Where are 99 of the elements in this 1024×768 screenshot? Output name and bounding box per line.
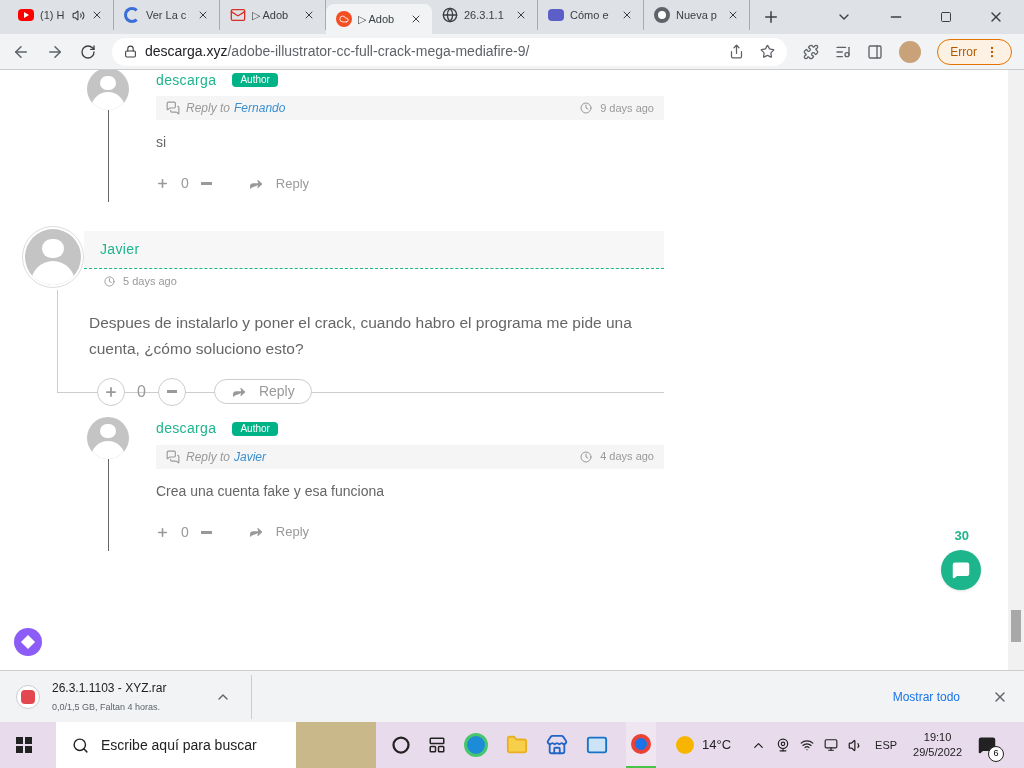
bookmark-star-icon[interactable]	[760, 44, 776, 59]
tab-title: Cómo e	[570, 7, 610, 23]
comment-count: 30	[954, 527, 969, 545]
minus-icon	[200, 530, 212, 534]
network-icon[interactable]	[800, 738, 815, 752]
downvote-button[interactable]	[157, 377, 186, 406]
speaker-icon	[72, 8, 85, 22]
comment-time: 9 days ago	[600, 100, 654, 116]
cortana-icon[interactable]	[392, 736, 410, 754]
author-name: Javier	[100, 240, 140, 259]
close-icon[interactable]	[515, 9, 527, 21]
clock-icon	[580, 102, 593, 114]
comment-text: Crea una cuenta fake y esa funciona	[156, 481, 386, 501]
reply-to-label: Reply to	[186, 448, 231, 466]
author-name: descarga	[156, 70, 217, 90]
camera-icon[interactable]	[776, 738, 791, 752]
address-bar[interactable]: descarga.xyz/adobe-illustrator-cc-full-crack-mega-mediafire-9/	[112, 37, 788, 66]
close-icon[interactable]	[727, 9, 739, 21]
reload-icon[interactable]	[80, 43, 96, 60]
reply-to-label: Reply to	[186, 100, 231, 117]
cloud-logo-icon	[336, 11, 352, 27]
chat-bubble-icon	[952, 561, 970, 579]
downvote-button[interactable]	[200, 530, 212, 534]
new-tab-icon[interactable]	[762, 8, 780, 26]
vote-count: 0	[181, 522, 189, 542]
browser-tab[interactable]: Ver La c	[114, 0, 220, 30]
download-filename: 26.3.1.1103 - XYZ.rar	[52, 679, 167, 697]
globe-icon	[442, 7, 458, 23]
plus-icon	[156, 525, 169, 539]
minus-icon	[166, 390, 177, 393]
tab-title: ▷ Adob	[358, 11, 396, 27]
chrome-icon[interactable]	[626, 722, 656, 768]
side-panel-icon[interactable]	[867, 43, 884, 60]
store-icon[interactable]	[546, 734, 568, 756]
comments-icon	[166, 101, 180, 115]
creative-cloud-icon	[16, 684, 40, 709]
author-badge: Author	[232, 73, 278, 87]
mail-icon	[230, 7, 246, 23]
close-icon[interactable]	[303, 9, 315, 21]
comment-text: Despues de instalarlo y poner el crack, cuando habro el programa me pide una cuenta, ¿cómo soluciono esto?	[89, 312, 633, 359]
edge-icon[interactable]	[464, 733, 488, 757]
monitor-icon[interactable]	[824, 738, 839, 752]
browser-tab[interactable]: ▷ Adob	[326, 4, 432, 34]
rz-logo-icon	[548, 9, 564, 21]
close-icon[interactable]	[621, 9, 633, 21]
close-icon[interactable]	[410, 13, 422, 25]
share-icon[interactable]	[729, 44, 745, 59]
upvote-button[interactable]	[156, 177, 169, 190]
windows-start-icon[interactable]	[16, 737, 32, 753]
browser-tab[interactable]: (1) H	[8, 0, 114, 30]
tab-title: 26.3.1.1	[464, 7, 505, 23]
extensions-icon[interactable]	[803, 43, 820, 60]
plus-icon	[156, 177, 169, 190]
vote-count: 0	[181, 174, 189, 193]
vote-count: 0	[137, 381, 146, 402]
browser-tab[interactable]: 26.3.1.1	[432, 0, 538, 30]
play-logo-icon	[18, 9, 34, 21]
tab-title: ▷ Adob	[252, 7, 290, 23]
url-path: /adobe-illustrator-cc-full-crack-mega-mediafire-9/	[227, 42, 530, 61]
browser-tab[interactable]: Cómo e	[538, 0, 644, 30]
mail-icon[interactable]	[586, 734, 608, 756]
author-badge: Author	[232, 421, 278, 436]
lock-icon	[124, 45, 137, 58]
plus-icon	[104, 384, 118, 399]
comment-text: si	[156, 133, 168, 152]
tab-title: Nueva p	[676, 7, 718, 23]
browser-tab[interactable]: Nueva p	[644, 0, 750, 30]
minus-icon	[200, 182, 212, 185]
assistant-button[interactable]	[14, 628, 42, 656]
tab-title: Ver La c	[146, 7, 188, 23]
comment-time: 4 days ago	[600, 449, 654, 465]
clock-icon	[580, 450, 593, 463]
chrome-logo-icon	[654, 7, 670, 23]
scrollbar[interactable]	[1008, 70, 1024, 670]
show-all-link[interactable]: Mostrar todo	[892, 687, 960, 706]
notification-count: 6	[988, 746, 1004, 762]
clock-time[interactable]: 19:10	[923, 730, 952, 745]
restore-icon[interactable]	[940, 11, 952, 23]
comments-button[interactable]	[941, 550, 981, 590]
clock-icon	[104, 275, 115, 287]
search-field[interactable]: Escribe aquí para buscar	[101, 722, 296, 768]
comment-time: 5 days ago	[123, 274, 177, 289]
tab-title: (1) H	[40, 7, 66, 23]
downvote-button[interactable]	[200, 182, 212, 185]
task-view-icon[interactable]	[428, 736, 446, 754]
comments-icon	[166, 449, 180, 464]
url-domain: descarga.xyz	[145, 42, 228, 61]
download-status: 0,0/1,5 GB, Faltan 4 horas.	[52, 700, 162, 714]
close-icon[interactable]	[197, 9, 209, 21]
author-name: descarga	[156, 419, 217, 438]
profile-error-button[interactable]: Error	[937, 38, 1012, 65]
avatar-placeholder	[87, 416, 129, 459]
temperature[interactable]: 14°C	[702, 735, 732, 755]
search-icon	[72, 736, 89, 754]
upvote-button[interactable]	[156, 525, 169, 539]
c-logo-icon	[124, 7, 140, 23]
close-icon[interactable]	[91, 9, 103, 21]
clock-date[interactable]: 29/5/2022	[913, 745, 962, 760]
input-language[interactable]: ESP	[875, 736, 898, 754]
